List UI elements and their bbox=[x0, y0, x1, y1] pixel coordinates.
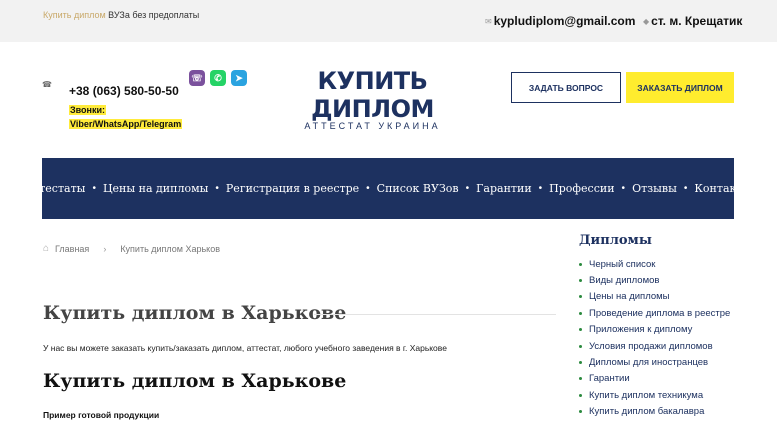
sidebar-item-registry[interactable]: Проведение диплома в реестре bbox=[579, 305, 769, 321]
bullet-icon bbox=[579, 262, 582, 266]
calls-label: Звонки: bbox=[69, 105, 107, 115]
page-title: Купить диплом в Харькове bbox=[43, 302, 347, 324]
nav-item-prices[interactable]: Цены на дипломы bbox=[103, 182, 208, 195]
sidebar-item-label: Проведение диплома в реестре bbox=[589, 307, 731, 319]
metro-text: ст. м. Крещатик bbox=[651, 14, 743, 28]
sidebar-item-foreigners[interactable]: Дипломы для иностранцев bbox=[579, 354, 769, 370]
nav-separator: • bbox=[621, 183, 626, 194]
location-pin-icon: ◆ bbox=[643, 16, 650, 26]
bullet-icon bbox=[579, 361, 582, 365]
sidebar-item-label: Купить диплом бакалавра bbox=[589, 406, 705, 418]
home-icon: ⌂ bbox=[43, 243, 50, 254]
sidebar-item-technical-college[interactable]: Купить диплом техникума bbox=[579, 387, 769, 403]
phone-number[interactable]: +38 (063) 580-50-50 bbox=[69, 84, 179, 98]
nav-separator: • bbox=[366, 183, 370, 194]
sidebar-item-diploma-types[interactable]: Виды дипломов bbox=[579, 272, 769, 288]
contact-email[interactable]: ✉ kypludiplom@gmail.com bbox=[485, 14, 635, 28]
breadcrumb-current: Купить диплом Харьков bbox=[120, 243, 220, 254]
viber-icon[interactable]: ☏ bbox=[189, 70, 205, 86]
order-diploma-button[interactable]: ЗАКАЗАТЬ ДИПЛОМ bbox=[626, 72, 734, 103]
sidebar-item-blacklist[interactable]: Черный список bbox=[579, 256, 769, 272]
main-nav: Аттестаты • Цены на дипломы • Регистраци… bbox=[25, 158, 751, 219]
sample-label: Пример готовой продукции bbox=[43, 410, 160, 420]
breadcrumb-home[interactable]: Главная bbox=[55, 244, 89, 254]
bullet-icon bbox=[579, 393, 582, 397]
title-divider bbox=[314, 314, 556, 315]
calls-info: Звонки: Viber/WhatsApp/Telegram bbox=[69, 103, 183, 131]
whatsapp-icon[interactable]: ✆ bbox=[210, 70, 226, 86]
sidebar: Дипломы Черный список Виды дипломов Цены… bbox=[579, 233, 769, 420]
section-heading: Купить диплом в Харькове bbox=[43, 370, 347, 392]
sidebar-item-label: Гарантии bbox=[589, 373, 630, 385]
sidebar-item-label: Черный список bbox=[589, 258, 656, 270]
tagline-text: ВУЗа без предоплаты bbox=[105, 10, 200, 20]
site-header: ☎ +38 (063) 580-50-50 Звонки: Viber/What… bbox=[0, 42, 777, 158]
nav-separator: • bbox=[215, 183, 219, 194]
nav-item-universities[interactable]: Список ВУЗов bbox=[377, 182, 459, 195]
tagline: Купить диплом ВУЗа без предоплаты bbox=[43, 10, 199, 20]
sidebar-item-label: Купить диплом техникума bbox=[589, 389, 704, 401]
sidebar-item-appendices[interactable]: Приложения к диплому bbox=[579, 322, 769, 338]
nav-separator: • bbox=[683, 183, 688, 194]
sidebar-item-label: Цены на дипломы bbox=[589, 291, 670, 303]
nav-item-contacts[interactable]: Контакты bbox=[694, 182, 751, 195]
bullet-icon bbox=[579, 295, 582, 299]
telegram-icon[interactable]: ➤ bbox=[231, 70, 247, 86]
nav-separator: • bbox=[465, 183, 470, 194]
bullet-icon bbox=[579, 328, 582, 332]
nav-item-guarantees[interactable]: Гарантии bbox=[476, 182, 532, 195]
contact-metro: ◆ ст. м. Крещатик bbox=[643, 14, 742, 28]
email-text: kypludiplom@gmail.com bbox=[493, 14, 636, 28]
bullet-icon bbox=[579, 410, 582, 414]
nav-item-registry[interactable]: Регистрация в реестре bbox=[226, 182, 359, 195]
envelope-icon: ✉ bbox=[485, 16, 492, 26]
intro-text: У нас вы можете заказать купить/заказать… bbox=[43, 343, 447, 353]
logo-title: КУПИТЬ ДИПЛОМ bbox=[311, 67, 434, 123]
nav-item-attestaty[interactable]: Аттестаты bbox=[25, 182, 86, 195]
sidebar-item-label: Приложения к диплому bbox=[589, 324, 693, 336]
nav-item-reviews[interactable]: Отзывы bbox=[632, 182, 677, 195]
sidebar-item-guarantees[interactable]: Гарантии bbox=[579, 371, 769, 387]
top-bar: Купить диплом ВУЗа без предоплаты ✉ kypl… bbox=[0, 0, 777, 42]
tagline-link[interactable]: Купить диплом bbox=[43, 10, 106, 20]
ask-question-button[interactable]: ЗАДАТЬ ВОПРОС bbox=[511, 72, 621, 103]
nav-item-professions[interactable]: Профессии bbox=[549, 182, 614, 195]
sidebar-item-terms[interactable]: Условия продажи дипломов bbox=[579, 338, 769, 354]
bullet-icon bbox=[579, 377, 582, 381]
sidebar-item-label: Условия продажи дипломов bbox=[589, 340, 713, 352]
bullet-icon bbox=[579, 344, 582, 348]
bullet-icon bbox=[579, 311, 582, 315]
phone-icon: ☎ bbox=[42, 80, 52, 89]
site-logo[interactable]: КУПИТЬ ДИПЛОМ АТТЕСТАТ УКРАИНА bbox=[265, 67, 480, 131]
calls-channels: Viber/WhatsApp/Telegram bbox=[69, 119, 183, 129]
messenger-links: ☏ ✆ ➤ bbox=[189, 70, 247, 86]
sidebar-title: Дипломы bbox=[579, 233, 652, 248]
nav-separator: • bbox=[92, 183, 96, 194]
sidebar-item-bachelor[interactable]: Купить диплом бакалавра bbox=[579, 404, 769, 420]
bullet-icon bbox=[579, 279, 582, 283]
sidebar-item-label: Виды дипломов bbox=[589, 275, 660, 287]
nav-separator: • bbox=[538, 183, 543, 194]
sidebar-item-prices[interactable]: Цены на дипломы bbox=[579, 289, 769, 305]
breadcrumb-arrow: › bbox=[103, 243, 107, 254]
sidebar-item-label: Дипломы для иностранцев bbox=[589, 357, 709, 369]
breadcrumb: ⌂ Главная › Купить диплом Харьков bbox=[43, 243, 220, 254]
logo-subtitle: АТТЕСТАТ УКРАИНА bbox=[304, 121, 441, 131]
